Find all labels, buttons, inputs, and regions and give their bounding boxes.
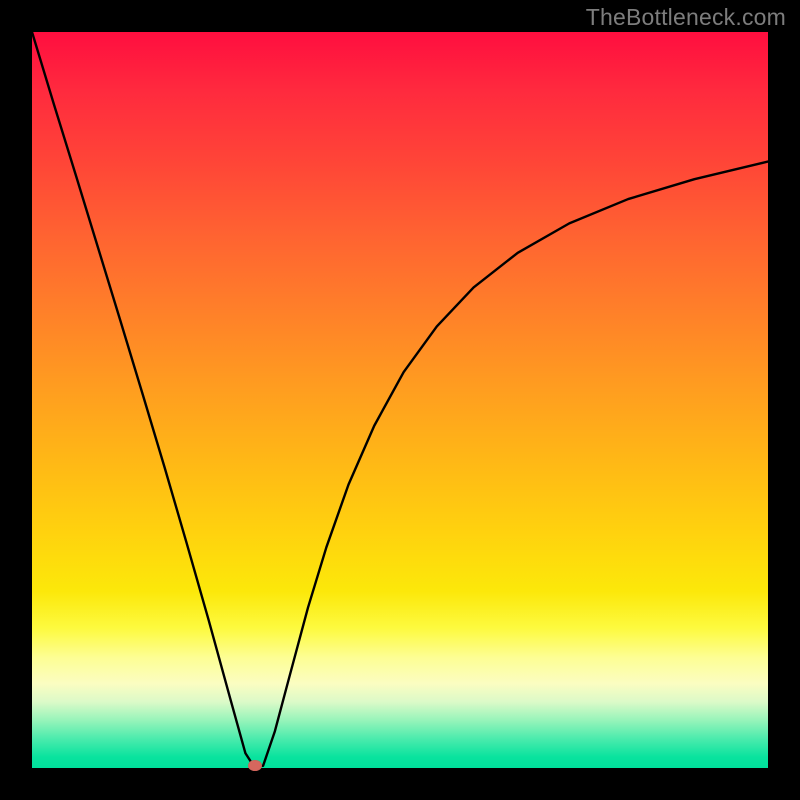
watermark-text: TheBottleneck.com (586, 4, 786, 31)
plot-area (32, 32, 768, 768)
curve-path (32, 32, 768, 766)
bottleneck-curve (32, 32, 768, 768)
chart-frame: TheBottleneck.com (0, 0, 800, 800)
vertex-marker (248, 760, 262, 771)
